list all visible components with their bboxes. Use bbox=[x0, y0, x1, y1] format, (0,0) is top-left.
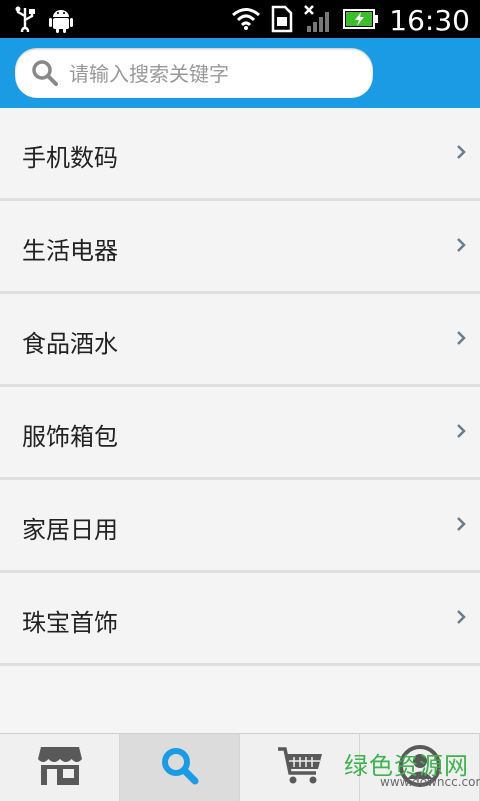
chevron-right-icon bbox=[456, 237, 466, 257]
search-header bbox=[0, 38, 480, 108]
battery-charging-icon bbox=[343, 8, 379, 34]
list-item-label: 生活电器 bbox=[22, 237, 118, 265]
list-item[interactable]: 家居日用 bbox=[0, 480, 480, 573]
tab-cart[interactable] bbox=[240, 734, 360, 801]
list-item[interactable]: 食品酒水 bbox=[0, 294, 480, 387]
store-icon bbox=[37, 745, 83, 791]
tab-store[interactable] bbox=[0, 734, 120, 801]
list-item-label: 珠宝首饰 bbox=[22, 609, 118, 637]
tab-search[interactable] bbox=[120, 734, 240, 801]
sim-icon bbox=[271, 5, 293, 37]
chevron-right-icon bbox=[456, 609, 466, 629]
list-item-label: 服饰箱包 bbox=[22, 423, 118, 451]
status-time: 16:30 bbox=[389, 4, 470, 37]
watermark-url: www.downcc.com bbox=[380, 775, 480, 789]
chevron-right-icon bbox=[456, 330, 466, 350]
list-item-label: 家居日用 bbox=[22, 516, 118, 544]
chevron-right-icon bbox=[456, 423, 466, 443]
status-bar: 16:30 bbox=[0, 0, 480, 38]
list-item[interactable]: 服饰箱包 bbox=[0, 387, 480, 480]
search-icon bbox=[31, 59, 59, 91]
search-icon bbox=[160, 746, 200, 790]
list-item[interactable]: 生活电器 bbox=[0, 201, 480, 294]
list-item[interactable]: 珠宝首饰 bbox=[0, 573, 480, 666]
wifi-icon bbox=[231, 7, 261, 35]
cart-icon bbox=[276, 745, 324, 791]
category-list: 手机数码 生活电器 食品酒水 服饰箱包 家居日用 珠宝首饰 bbox=[0, 108, 480, 666]
list-item[interactable]: 手机数码 bbox=[0, 108, 480, 201]
chevron-right-icon bbox=[456, 516, 466, 536]
list-item-label: 食品酒水 bbox=[22, 330, 118, 358]
list-item-label: 手机数码 bbox=[22, 144, 118, 172]
usb-icon bbox=[14, 6, 36, 38]
search-box[interactable] bbox=[15, 48, 373, 100]
search-input[interactable] bbox=[67, 48, 361, 100]
android-debug-icon bbox=[48, 6, 74, 38]
chevron-right-icon bbox=[456, 144, 466, 164]
no-signal-icon bbox=[303, 4, 333, 38]
